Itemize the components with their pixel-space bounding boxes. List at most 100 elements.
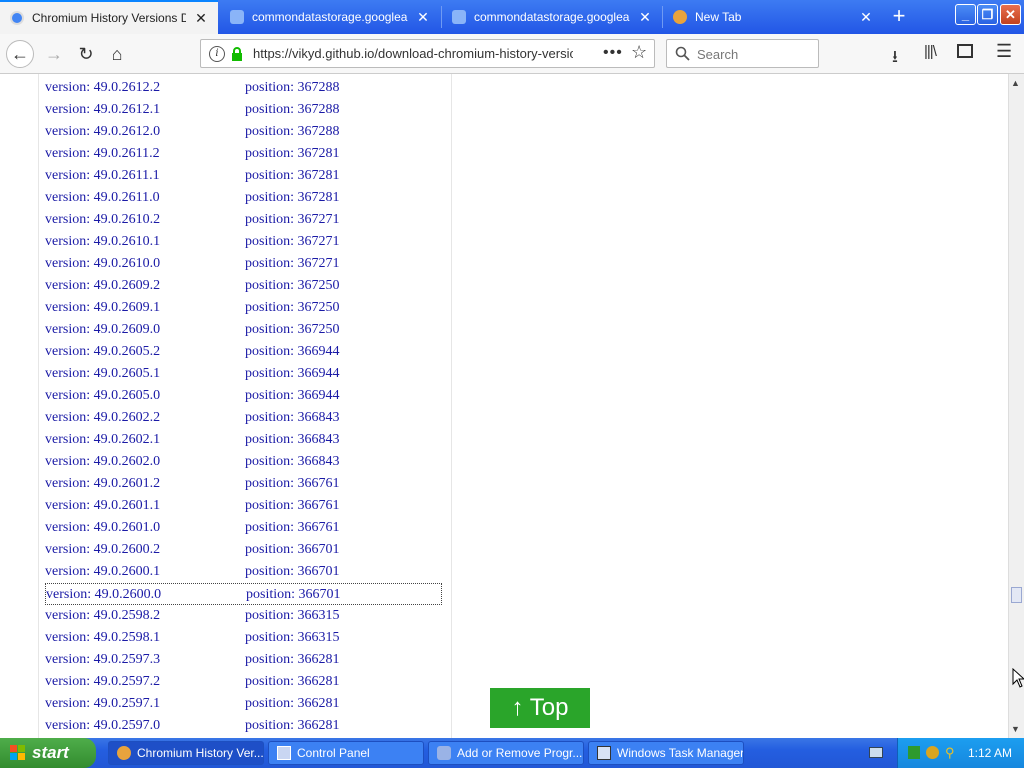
download-icon[interactable]: ⭳	[892, 44, 898, 73]
version-text[interactable]: version: 49.0.2601.1	[45, 498, 160, 514]
version-row[interactable]: version: 49.0.2611.0 position: 367281	[45, 187, 442, 209]
version-row[interactable]: version: 49.0.2612.1 position: 367288	[45, 99, 442, 121]
tab-commondatastorage-1[interactable]: commondatastorage.googleapis.com ✕	[220, 0, 440, 34]
close-tab-icon[interactable]: ✕	[859, 10, 873, 24]
version-row[interactable]: version: 49.0.2611.1 position: 367281	[45, 165, 442, 187]
position-text[interactable]: position: 366761	[245, 476, 340, 492]
tab-chromium-history[interactable]: Chromium History Versions Download ✕	[0, 0, 218, 34]
position-text[interactable]: position: 366281	[245, 696, 340, 712]
version-text[interactable]: version: 49.0.2605.0	[45, 388, 160, 404]
position-text[interactable]: position: 366281	[245, 652, 340, 668]
version-row[interactable]: version: 49.0.2597.0 position: 366281	[45, 715, 442, 737]
version-row[interactable]: version: 49.0.2610.2 position: 367271	[45, 209, 442, 231]
version-text[interactable]: version: 49.0.2598.2	[45, 608, 160, 624]
position-text[interactable]: position: 366315	[245, 608, 340, 624]
position-text[interactable]: position: 366944	[245, 388, 340, 404]
sidebar-toggle-icon[interactable]	[957, 44, 973, 58]
version-row[interactable]: version: 49.0.2609.2 position: 367250	[45, 275, 442, 297]
position-text[interactable]: position: 366761	[245, 498, 340, 514]
version-row[interactable]: version: 49.0.2600.2 position: 366701	[45, 539, 442, 561]
start-button[interactable]: start	[0, 738, 96, 768]
taskbar-item-chromium-history[interactable]: Chromium History Ver...	[108, 741, 264, 765]
library-icon[interactable]: |||\	[924, 43, 937, 60]
close-tab-icon[interactable]: ✕	[638, 10, 652, 24]
position-text[interactable]: position: 367281	[245, 168, 340, 184]
position-text[interactable]: position: 367271	[245, 256, 340, 272]
position-text[interactable]: position: 366843	[245, 432, 340, 448]
url-text[interactable]: https://vikyd.github.io/download-chromiu…	[253, 46, 573, 61]
version-text[interactable]: version: 49.0.2611.2	[45, 146, 160, 162]
version-text[interactable]: version: 49.0.2612.1	[45, 102, 160, 118]
position-text[interactable]: position: 367281	[245, 146, 340, 162]
version-row[interactable]: version: 49.0.2601.2 position: 366761	[45, 473, 442, 495]
minimize-window-button[interactable]: _	[955, 4, 976, 25]
reload-icon[interactable]: ↻	[72, 40, 100, 68]
close-tab-icon[interactable]: ✕	[194, 11, 208, 25]
version-row[interactable]: version: 49.0.2601.0 position: 366761	[45, 517, 442, 539]
version-row[interactable]: version: 49.0.2600.1 position: 366701	[45, 561, 442, 583]
version-text[interactable]: version: 49.0.2609.2	[45, 278, 160, 294]
version-row[interactable]: version: 49.0.2598.1 position: 366315	[45, 627, 442, 649]
maximize-window-button[interactable]: ❐	[977, 4, 998, 25]
version-text[interactable]: version: 49.0.2609.1	[45, 300, 160, 316]
version-row[interactable]: version: 49.0.2597.2 position: 366281	[45, 671, 442, 693]
version-text[interactable]: version: 49.0.2612.2	[45, 80, 160, 96]
version-row[interactable]: version: 49.0.2612.2 position: 367288	[45, 77, 442, 99]
version-text[interactable]: version: 49.0.2611.1	[45, 168, 160, 184]
version-text[interactable]: version: 49.0.2605.1	[45, 366, 160, 382]
version-row[interactable]: version: 49.0.2612.0 position: 367288	[45, 121, 442, 143]
scroll-down-arrow-icon[interactable]: ▼	[1011, 724, 1020, 734]
position-text[interactable]: position: 366843	[245, 410, 340, 426]
position-text[interactable]: position: 366701	[245, 564, 340, 580]
version-row[interactable]: version: 49.0.2602.1 position: 366843	[45, 429, 442, 451]
search-input[interactable]: Search	[666, 39, 819, 68]
version-text[interactable]: version: 49.0.2610.1	[45, 234, 160, 250]
info-icon[interactable]: i	[209, 46, 225, 62]
close-tab-icon[interactable]: ✕	[416, 10, 430, 24]
version-row[interactable]: version: 49.0.2611.2 position: 367281	[45, 143, 442, 165]
taskbar-item-task-manager[interactable]: Windows Task Manager	[588, 741, 744, 765]
version-row[interactable]: version: 49.0.2610.0 position: 367271	[45, 253, 442, 275]
version-row[interactable]: version: 49.0.2601.1 position: 366761	[45, 495, 442, 517]
position-text[interactable]: position: 366701	[245, 542, 340, 558]
version-text[interactable]: version: 49.0.2597.0	[45, 718, 160, 734]
version-text[interactable]: version: 49.0.2597.2	[45, 674, 160, 690]
version-text[interactable]: version: 49.0.2610.2	[45, 212, 160, 228]
version-text[interactable]: version: 49.0.2600.2	[45, 542, 160, 558]
version-text[interactable]: version: 49.0.2600.1	[45, 564, 160, 580]
version-row[interactable]: version: 49.0.2597.1 position: 366281	[45, 693, 442, 715]
version-text[interactable]: version: 49.0.2602.2	[45, 410, 160, 426]
position-text[interactable]: position: 366315	[245, 630, 340, 646]
position-text[interactable]: position: 367288	[245, 102, 340, 118]
version-row[interactable]: version: 49.0.2609.0 position: 367250	[45, 319, 442, 341]
version-text[interactable]: version: 49.0.2602.0	[45, 454, 160, 470]
version-row[interactable]: version: 49.0.2602.0 position: 366843	[45, 451, 442, 473]
version-text[interactable]: version: 49.0.2597.1	[45, 696, 160, 712]
taskbar-item-control-panel[interactable]: Control Panel	[268, 741, 424, 765]
position-text[interactable]: position: 366281	[245, 718, 340, 734]
position-text[interactable]: position: 367271	[245, 234, 340, 250]
version-text[interactable]: version: 49.0.2611.0	[45, 190, 160, 206]
position-text[interactable]: position: 367271	[245, 212, 340, 228]
network-icon[interactable]	[908, 746, 920, 759]
scrollbar-thumb[interactable]	[1011, 587, 1022, 603]
position-text[interactable]: position: 366944	[245, 366, 340, 382]
position-text[interactable]: position: 366944	[245, 344, 340, 360]
version-text[interactable]: version: 49.0.2609.0	[45, 322, 160, 338]
position-text[interactable]: position: 366761	[245, 520, 340, 536]
position-text[interactable]: position: 367250	[245, 278, 340, 294]
version-row[interactable]: version: 49.0.2605.1 position: 366944	[45, 363, 442, 385]
version-text[interactable]: version: 49.0.2601.2	[45, 476, 160, 492]
position-text[interactable]: position: 367288	[245, 124, 340, 140]
position-text[interactable]: position: 367281	[245, 190, 340, 206]
version-text[interactable]: version: 49.0.2598.1	[45, 630, 160, 646]
position-text[interactable]: position: 366281	[245, 674, 340, 690]
version-row[interactable]: version: 49.0.2610.1 position: 367271	[45, 231, 442, 253]
page-actions-more-icon[interactable]: •••	[603, 44, 623, 62]
url-bar[interactable]: i https://vikyd.github.io/download-chrom…	[200, 39, 655, 68]
tab-commondatastorage-2[interactable]: commondatastorage.googleapis.com ✕	[442, 0, 662, 34]
version-row[interactable]: version: 49.0.2597.3 position: 366281	[45, 649, 442, 671]
hamburger-menu-icon[interactable]: ☰	[996, 41, 1012, 62]
keyboard-layout-icon[interactable]	[869, 747, 883, 758]
version-row[interactable]: version: 49.0.2598.2 position: 366315	[45, 605, 442, 627]
